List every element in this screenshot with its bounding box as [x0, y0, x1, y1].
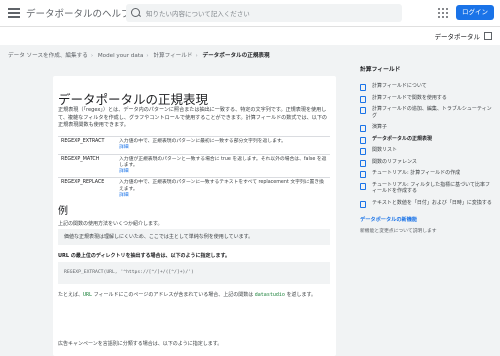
side-nav-item[interactable]: 計算フィールドで関数を使用する: [352, 95, 494, 103]
breadcrumb-current: データポータルの正規表現: [202, 53, 270, 59]
side-nav-item[interactable]: 演算子: [352, 124, 494, 132]
chevron-right-icon: ›: [90, 53, 94, 59]
document-icon: [360, 148, 366, 155]
function-desc: 入力値が正規表現のパターンと一致する場合に true を返します。それ以外の場合…: [116, 153, 330, 178]
document-icon: [360, 182, 366, 190]
table-row: REGEXP_EXTRACT 入力値の中で、正規表現のパターンに最初に一致する部…: [58, 136, 330, 155]
search-box[interactable]: 知りたい内容について記入ください: [126, 4, 402, 22]
external-link-icon[interactable]: [484, 32, 492, 40]
intro-paragraph: 正規表現（「regex」）とは、データ内のパターンに照合または抽出に一致する、特…: [58, 107, 328, 129]
document-icon: [360, 95, 366, 103]
site-title[interactable]: データポータルのヘルプ: [26, 6, 131, 20]
product-link[interactable]: データポータル: [435, 31, 481, 41]
side-nav-item[interactable]: チュートリアル: 計算フィールドの作成: [352, 170, 494, 178]
code-block: REGEXP_EXTRACT(URL, '^https://[^/]+/([^/…: [58, 262, 330, 284]
examples-heading: 例: [58, 206, 68, 217]
search-icon: [131, 8, 140, 17]
function-name: REGEXP_MATCH: [58, 153, 116, 178]
side-nav-item[interactable]: チュートリアル: フィルタした指標に基づいて比率フィールドを作成する: [352, 182, 494, 195]
side-nav-item[interactable]: 計算フィールドの追加、編集、トラブルシューティング: [352, 106, 494, 119]
functions-table: REGEXP_EXTRACT 入力値の中で、正規表現のパターンに最初に一致する部…: [58, 136, 330, 202]
examples-intro: 上記の関数の使用方法をいくつか紹介します。: [58, 221, 163, 227]
breadcrumb-item[interactable]: Model your data: [98, 53, 144, 59]
function-name: REGEXP_REPLACE: [58, 177, 116, 202]
function-desc: 入力値の中で、正規表現のパターンに一致するテキストをすべて replacemen…: [116, 177, 330, 202]
breadcrumb-item[interactable]: データ ソースを作成、編集する: [8, 53, 88, 59]
apps-grid-icon[interactable]: [438, 8, 448, 18]
details-link[interactable]: 詳細: [119, 145, 129, 150]
side-nav-item[interactable]: テキストと数値を「日付」および「日時」に変換する: [352, 200, 494, 208]
side-nav-title: 計算フィールド: [360, 67, 401, 73]
side-nav-item[interactable]: 関数リスト: [352, 147, 494, 155]
chevron-right-icon: ›: [195, 53, 198, 59]
side-nav-item[interactable]: 計算フィールドについて: [352, 83, 494, 91]
function-name: REGEXP_EXTRACT: [58, 136, 116, 155]
breadcrumb-item[interactable]: 計算フィールド: [153, 53, 192, 59]
search-input[interactable]: 知りたい内容について記入ください: [146, 8, 250, 18]
menu-icon[interactable]: [8, 8, 20, 18]
page-title: データポータルの正規表現: [58, 92, 209, 107]
document-icon: [360, 200, 366, 208]
product-bar: データポータル: [0, 27, 500, 45]
document-icon: [360, 84, 366, 91]
whats-new-title[interactable]: データポータルの新機能: [360, 216, 494, 223]
example-1-description: たとえば、URL フィールドにこのページのアドレスが含まれている場合、上記の関数…: [58, 292, 316, 298]
breadcrumb: データ ソースを作成、編集する › Model your data › 計算フィール…: [8, 51, 273, 59]
whats-new-desc: 新機能と変更点について説明します: [360, 229, 437, 234]
document-icon: [360, 107, 366, 114]
document-icon: [360, 159, 366, 167]
article-card: データポータルの正規表現 正規表現（「regex」）とは、データ内のパターンに照…: [53, 76, 336, 356]
function-desc: 入力値の中で、正規表現のパターンに最初に一致する部分文字列を返します。 詳細: [116, 136, 330, 155]
note-box: 価値な正規表現は理解しにくいため、ここでは主として単純な例を使用しています。: [58, 229, 330, 245]
chevron-right-icon: ›: [146, 53, 149, 59]
details-link[interactable]: 詳細: [119, 169, 129, 174]
details-link[interactable]: 詳細: [119, 193, 129, 198]
side-nav-item-active[interactable]: データポータルの正規表現: [352, 136, 494, 144]
table-row: REGEXP_MATCH 入力値が正規表現のパターンと一致する場合に true …: [58, 153, 330, 178]
document-icon: [360, 125, 366, 132]
example-1-heading: URL の最上位のディレクトリを抽出する場合は、以下のように指定します。: [58, 253, 230, 259]
login-button[interactable]: ログイン: [456, 5, 494, 20]
document-icon: [360, 136, 366, 144]
document-icon: [360, 171, 366, 178]
example-2-heading: 広告キャンペーンを言語別に分類する場合は、以下のように指定します。: [58, 341, 223, 347]
table-row: REGEXP_REPLACE 入力値の中で、正規表現のパターンに一致するテキスト…: [58, 177, 330, 202]
side-nav: 計算フィールド 計算フィールドについて 計算フィールドで関数を使用する 計算フィ…: [352, 64, 494, 234]
top-header: データポータルのヘルプ 知りたい内容について記入ください ログイン: [0, 0, 500, 27]
side-nav-item[interactable]: 関数のリファレンス: [352, 159, 494, 167]
